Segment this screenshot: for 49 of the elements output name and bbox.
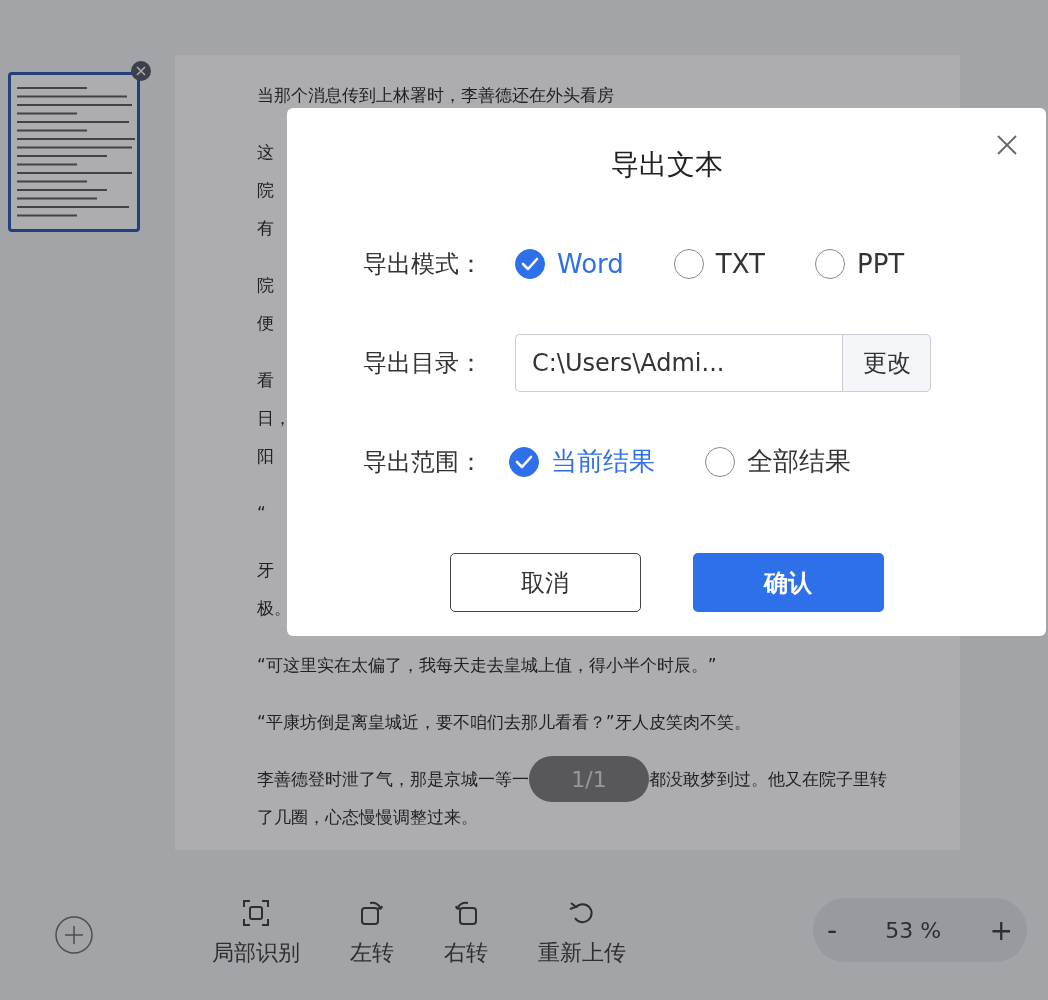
check-icon: [521, 256, 539, 271]
radio-button[interactable]: [705, 446, 735, 477]
text-line: “平康坊倒是离皇城近，要不咱们去那儿看看？”牙人皮笑肉不笑。: [257, 711, 751, 734]
text-line: 了几圈，心态慢慢调整过来。: [257, 806, 478, 829]
toolbar-button[interactable]: 重新上传: [538, 898, 626, 968]
toolbar-button[interactable]: 左转: [350, 898, 394, 968]
radio-button[interactable]: [814, 248, 845, 279]
field-label: 导出范围：: [362, 446, 484, 478]
radio-button[interactable]: [509, 446, 539, 477]
radio-label[interactable]: TXT: [715, 248, 765, 279]
radio-button[interactable]: [515, 248, 545, 279]
text-line: 李善德登时泄了气，那是京城一等一: [257, 767, 529, 791]
toolbar-button[interactable]: 右转: [444, 898, 488, 968]
text-line: 这: [257, 141, 274, 164]
page-indicator: 1/1: [529, 756, 649, 802]
crop-frame-icon: [241, 898, 271, 928]
text-line: 便: [257, 312, 274, 335]
change-button[interactable]: 更改: [842, 333, 931, 392]
toolbar-button[interactable]: 局部识别: [212, 898, 300, 968]
radio-label[interactable]: 当前结果: [551, 444, 655, 479]
zoom-in-button[interactable]: +: [975, 913, 1027, 947]
text-line: 极。: [257, 597, 291, 620]
text-line: 当那个消息传到上林署时，李善德还在外头看房: [257, 84, 614, 107]
zoom-out-button[interactable]: -: [813, 913, 852, 947]
text-line: 日，: [257, 407, 291, 430]
text-line: 院: [257, 179, 274, 202]
text-line: 都没敢梦到过。他又在院子里转: [649, 767, 887, 791]
text-line: “: [257, 502, 266, 525]
text-line: 看: [257, 369, 274, 392]
text-line: 牙: [257, 559, 274, 582]
path-field[interactable]: C:\Users\Admi...: [515, 333, 842, 392]
add-page-icon[interactable]: [54, 915, 94, 955]
cancel-button[interactable]: 取消: [449, 553, 641, 612]
close-icon[interactable]: [996, 134, 1018, 156]
remove-icon[interactable]: [130, 60, 152, 82]
text-line: 阳: [257, 445, 274, 468]
text-line: 有: [257, 217, 274, 240]
check-icon: [515, 454, 533, 469]
text-line: 院: [257, 274, 274, 297]
radio-label[interactable]: PPT: [856, 248, 905, 279]
radio-button[interactable]: [673, 248, 704, 279]
radio-label[interactable]: 全部结果: [747, 444, 851, 479]
field-label: 导出模式：: [362, 248, 484, 280]
radio-label[interactable]: Word: [557, 248, 624, 279]
dialog-title: 导出文本: [610, 147, 723, 183]
text-line: “可这里实在太偏了，我每天走去皇城上值，得小半个时辰。”: [257, 654, 717, 677]
zoom-level: 53 %: [884, 917, 943, 943]
field-label: 导出目录：: [362, 347, 484, 379]
confirm-button[interactable]: 确认: [692, 553, 884, 612]
